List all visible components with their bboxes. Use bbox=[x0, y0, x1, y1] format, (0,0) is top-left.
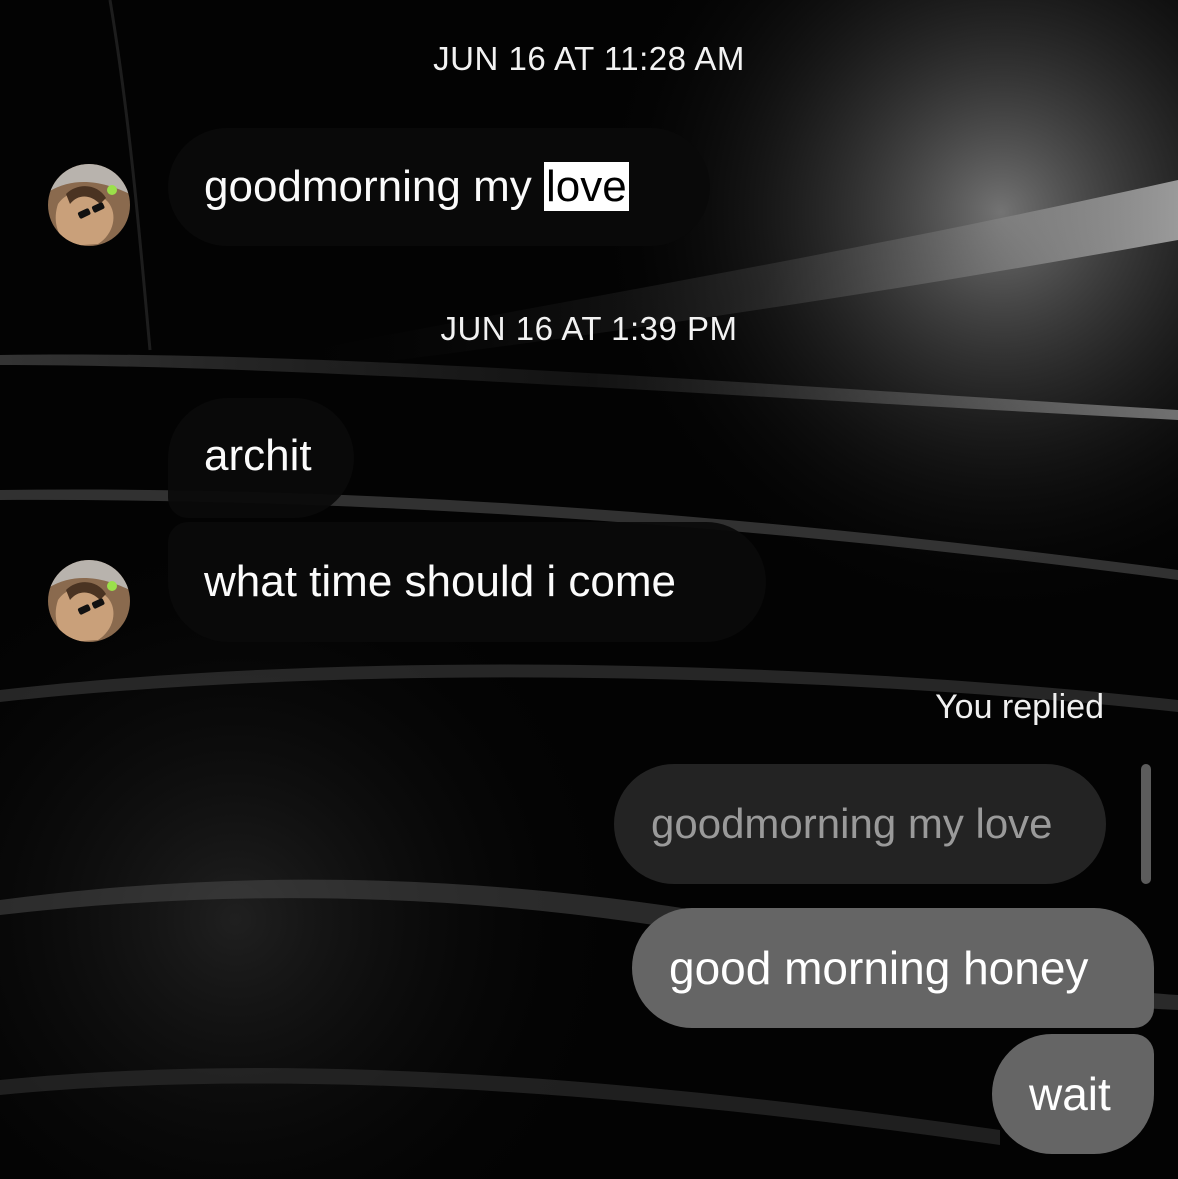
message-text: wait bbox=[1029, 1068, 1111, 1120]
message-text: archit bbox=[204, 431, 312, 480]
incoming-message[interactable]: archit bbox=[168, 398, 354, 518]
chat-screen: JUN 16 AT 11:28 AM goodmorning my love J… bbox=[0, 0, 1178, 1179]
avatar-photo bbox=[48, 164, 130, 246]
message-text: what time should i come bbox=[204, 557, 676, 606]
message-text: goodmorning my bbox=[204, 162, 544, 211]
avatar-photo bbox=[48, 560, 130, 642]
timestamp-divider: JUN 16 AT 1:39 PM bbox=[440, 310, 738, 347]
quoted-reply-bubble[interactable]: goodmorning my love bbox=[614, 764, 1106, 884]
reply-indicator-bar bbox=[1141, 764, 1151, 884]
incoming-message[interactable]: goodmorning my love bbox=[168, 128, 710, 246]
incoming-message[interactable]: what time should i come bbox=[168, 522, 766, 642]
contact-avatar[interactable] bbox=[48, 560, 130, 642]
selected-text-highlight[interactable]: love bbox=[543, 162, 629, 211]
outgoing-message[interactable]: good morning honey bbox=[632, 908, 1154, 1028]
contact-avatar[interactable] bbox=[48, 164, 130, 246]
message-text: good morning honey bbox=[669, 942, 1089, 994]
timestamp-divider: JUN 16 AT 11:28 AM bbox=[433, 40, 745, 77]
outgoing-message[interactable]: wait bbox=[992, 1034, 1154, 1154]
replied-label: You replied bbox=[935, 688, 1104, 726]
